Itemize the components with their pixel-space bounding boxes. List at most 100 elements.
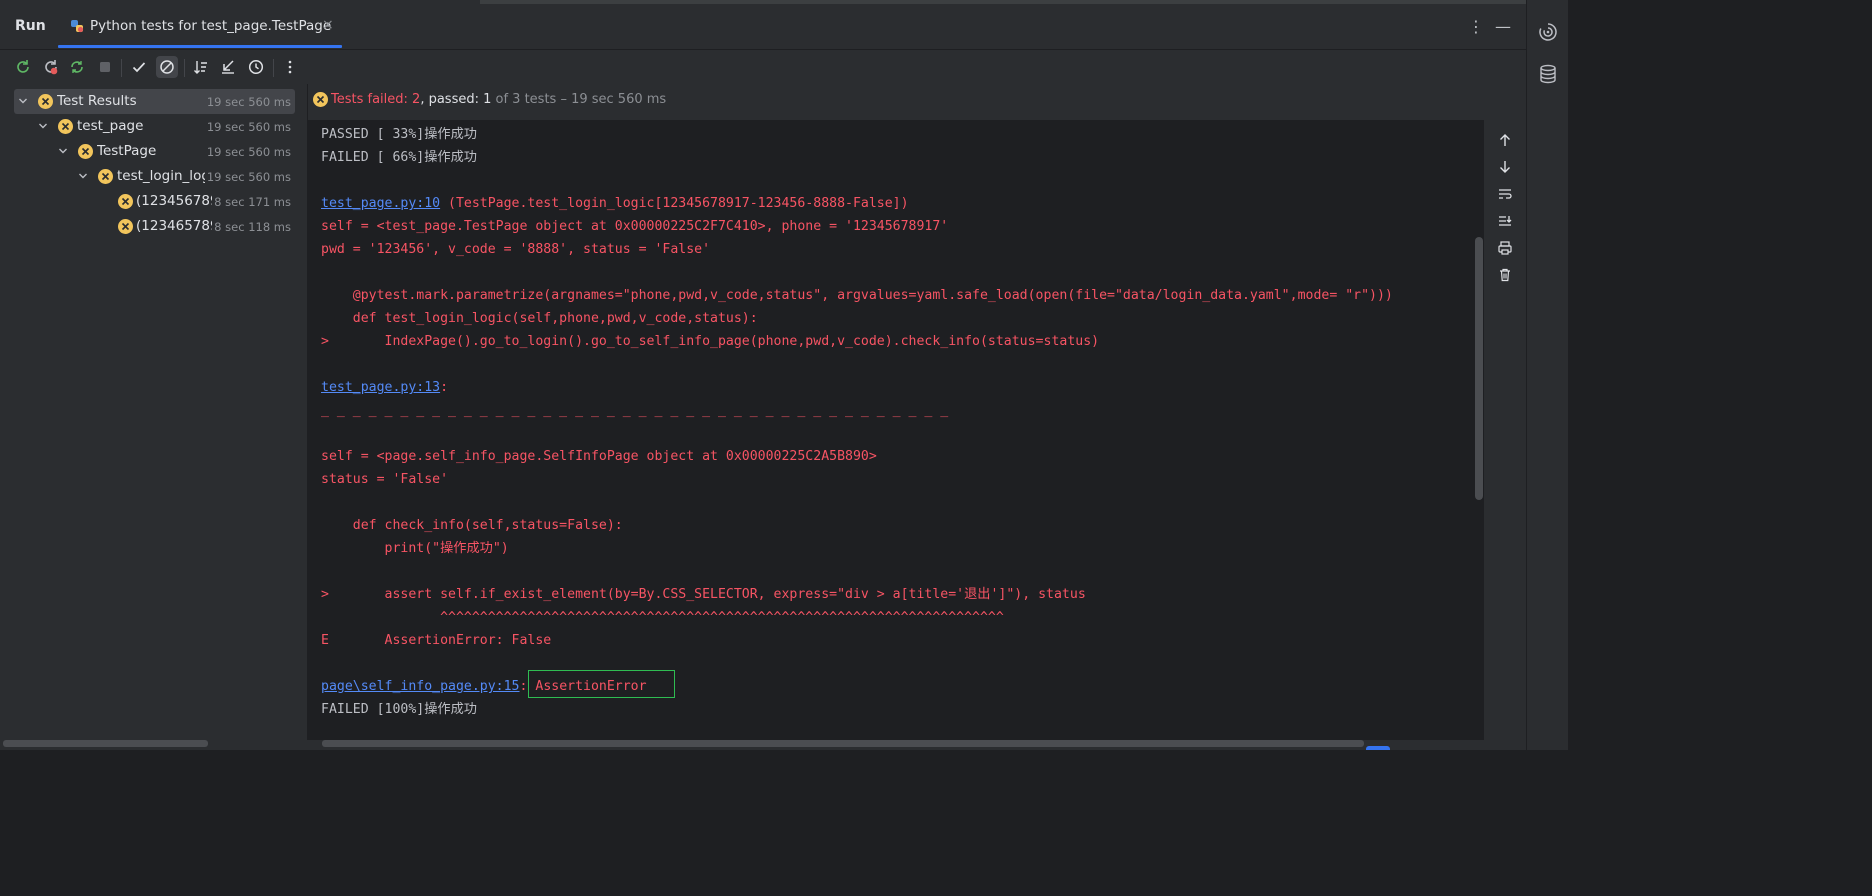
console-line: PASSED [ 33%]操作成功 bbox=[321, 123, 1393, 146]
console-line: > IndexPage().go_to_login().go_to_self_i… bbox=[321, 330, 1393, 353]
chevron-down-icon[interactable] bbox=[18, 96, 28, 106]
console-text: print("操作成功") bbox=[321, 541, 509, 556]
console-line: self = <test_page.TestPage object at 0x0… bbox=[321, 215, 1393, 238]
chevron-down-icon[interactable] bbox=[78, 171, 88, 181]
tree-item-case-1[interactable]: (12345678917-123456-8888-False) 8 sec 17… bbox=[14, 189, 295, 214]
ai-assistant-icon[interactable] bbox=[1537, 21, 1559, 43]
console-text: PASSED [ 33%]操作成功 bbox=[321, 127, 477, 142]
console-text: status = 'False' bbox=[321, 472, 449, 487]
run-tab-bar: Run Python tests for test_page.TestPage … bbox=[0, 5, 1526, 50]
console-line: test_page.py:13: bbox=[321, 376, 1393, 399]
console-text: (TestPage.test_login_logic[12345678917-1… bbox=[440, 196, 909, 211]
minimize-icon[interactable]: — bbox=[1495, 17, 1511, 36]
source-link[interactable]: test_page.py:10 bbox=[321, 196, 440, 211]
failed-status-icon bbox=[118, 219, 133, 234]
more-options-icon[interactable] bbox=[279, 56, 301, 78]
console-text: _ _ _ _ _ _ _ _ _ _ _ _ _ _ _ _ _ _ _ _ … bbox=[321, 403, 949, 418]
more-actions-icon[interactable]: ⋮ bbox=[1468, 17, 1484, 36]
highlight-box bbox=[528, 670, 675, 698]
tree-item-case-2[interactable]: (12346578912-123456-8888-False) 8 sec 11… bbox=[14, 214, 295, 239]
console-vertical-scrollbar[interactable] bbox=[1475, 237, 1483, 500]
console-text: self = <page.self_info_page.SelfInfoPage… bbox=[321, 449, 877, 464]
console-text: FAILED [ 66%]操作成功 bbox=[321, 150, 477, 165]
python-test-icon bbox=[71, 20, 84, 33]
tree-item-label: (12346578912-123456-8888-False) bbox=[136, 218, 222, 234]
tab-python-tests[interactable]: Python tests for test_page.TestPage × bbox=[58, 5, 342, 48]
console-line: FAILED [100%]操作成功 bbox=[321, 698, 1393, 721]
console-line: page\self_info_page.py:15: AssertionErro… bbox=[321, 675, 1393, 698]
tree-item-label: Test Results bbox=[57, 93, 137, 109]
console-line: print("操作成功") bbox=[321, 537, 1393, 560]
console-line: test_page.py:10 (TestPage.test_login_log… bbox=[321, 192, 1393, 215]
console-horizontal-scrollbar[interactable] bbox=[322, 740, 1364, 747]
tree-item-label: TestPage bbox=[97, 143, 157, 159]
console-output[interactable]: PASSED [ 33%]操作成功 FAILED [ 66%]操作成功 test_… bbox=[308, 120, 1484, 740]
import-tests-icon[interactable] bbox=[217, 56, 239, 78]
chevron-down-icon[interactable] bbox=[58, 146, 68, 156]
console-text: self = <test_page.TestPage object at 0x0… bbox=[321, 219, 949, 234]
tree-item-test-page[interactable]: test_page 19 sec 560 ms bbox=[14, 114, 295, 139]
console-text: def check_info(self,status=False): bbox=[321, 518, 623, 533]
failed-status-icon bbox=[58, 119, 73, 134]
toggle-auto-test-icon[interactable] bbox=[66, 56, 88, 78]
test-summary: Tests failed: 2, passed: 1 of 3 tests – … bbox=[331, 92, 666, 107]
test-history-icon[interactable] bbox=[245, 56, 267, 78]
source-link[interactable]: test_page.py:13 bbox=[321, 380, 440, 395]
toolbar-separator bbox=[121, 59, 122, 77]
run-tool-window: Run Python tests for test_page.TestPage … bbox=[0, 0, 1568, 750]
tree-item-time: 19 sec 560 ms bbox=[204, 120, 291, 134]
tree-item-test-login-logic[interactable]: test_login_logic 19 sec 560 ms bbox=[14, 164, 295, 189]
sort-alphabetically-icon[interactable] bbox=[190, 56, 212, 78]
console-line: def check_info(self,status=False): bbox=[321, 514, 1393, 537]
console-line: E AssertionError: False bbox=[321, 629, 1393, 652]
show-ignored-icon[interactable] bbox=[156, 56, 178, 78]
up-arrow-icon[interactable] bbox=[1494, 129, 1516, 151]
test-status-bar: Tests failed: 2, passed: 1 of 3 tests – … bbox=[308, 84, 1526, 119]
show-passed-icon[interactable] bbox=[128, 56, 150, 78]
console-text: pwd = '123456', v_code = '8888', status … bbox=[321, 242, 711, 257]
console-line: def test_login_logic(self,phone,pwd,v_co… bbox=[321, 307, 1393, 330]
failed-status-icon bbox=[313, 92, 328, 107]
tree-item-time: 8 sec 118 ms bbox=[212, 220, 291, 234]
console-line: @pytest.mark.parametrize(argnames="phone… bbox=[321, 284, 1393, 307]
console-line: pwd = '123456', v_code = '8888', status … bbox=[321, 238, 1393, 261]
rerun-failed-icon[interactable] bbox=[40, 56, 62, 78]
tree-item-time: 19 sec 560 ms bbox=[204, 95, 291, 109]
console-side-toolbar bbox=[1485, 120, 1526, 740]
tree-item-test-results[interactable]: Test Results 19 sec 560 ms bbox=[14, 89, 295, 114]
tree-item-testpage-class[interactable]: TestPage 19 sec 560 ms bbox=[14, 139, 295, 164]
console-text: E AssertionError: False bbox=[321, 633, 552, 648]
console-line: ^^^^^^^^^^^^^^^^^^^^^^^^^^^^^^^^^^^^^^^^… bbox=[321, 606, 1393, 629]
tree-item-label: (12345678917-123456-8888-False) bbox=[136, 193, 222, 209]
console-text: @pytest.mark.parametrize(argnames="phone… bbox=[321, 288, 1393, 303]
console-line: FAILED [ 66%]操作成功 bbox=[321, 146, 1393, 169]
failed-status-icon bbox=[38, 94, 53, 109]
print-icon[interactable] bbox=[1494, 237, 1516, 259]
console-text: > assert self.if_exist_element(by=By.CSS… bbox=[321, 587, 1086, 602]
total-summary: of 3 tests – 19 sec 560 ms bbox=[491, 92, 667, 107]
failed-status-icon bbox=[118, 194, 133, 209]
database-icon[interactable] bbox=[1537, 63, 1559, 85]
tab-close-icon[interactable]: × bbox=[322, 17, 334, 33]
tree-horizontal-scrollbar[interactable] bbox=[3, 740, 208, 747]
tab-label: Python tests for test_page.TestPage bbox=[90, 18, 332, 34]
trash-icon[interactable] bbox=[1494, 264, 1516, 286]
rerun-icon[interactable] bbox=[12, 56, 34, 78]
chevron-down-icon[interactable] bbox=[38, 121, 48, 131]
down-arrow-icon[interactable] bbox=[1494, 156, 1516, 178]
console-text: ^^^^^^^^^^^^^^^^^^^^^^^^^^^^^^^^^^^^^^^^… bbox=[321, 610, 1004, 625]
stop-icon[interactable] bbox=[94, 56, 116, 78]
console-text: FAILED [100%]操作成功 bbox=[321, 702, 477, 717]
console-text: > IndexPage().go_to_login().go_to_self_i… bbox=[321, 334, 1100, 349]
source-link[interactable]: page\self_info_page.py:15 bbox=[321, 679, 520, 694]
scroll-to-end-icon[interactable] bbox=[1494, 210, 1516, 232]
passed-count: , passed: 1 bbox=[420, 92, 492, 107]
tab-active-indicator bbox=[58, 45, 342, 48]
soft-wrap-icon[interactable] bbox=[1494, 183, 1516, 205]
